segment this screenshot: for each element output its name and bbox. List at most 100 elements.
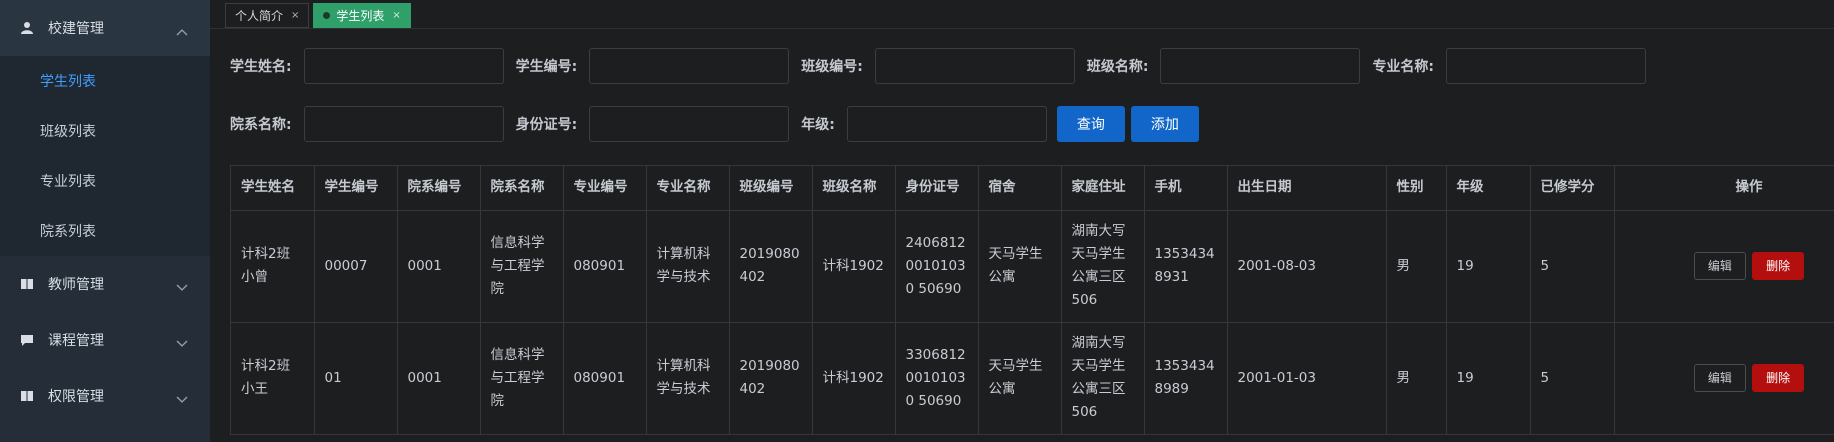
- table-cell: 080901: [563, 210, 647, 323]
- table-cell: 330681200101030 50690: [895, 322, 979, 435]
- sidebar: 校建管理 学生列表 班级列表 专业列表 院系列表 教师管理 课程管理 权限管理: [0, 0, 210, 442]
- edit-button[interactable]: 编辑: [1693, 364, 1746, 392]
- major-name-label: 专业名称:: [1372, 59, 1435, 75]
- tab-label: 学生列表: [336, 9, 385, 23]
- dept-name-label: 院系名称:: [230, 117, 292, 133]
- tab-bar: 个人简介 × 学生列表 ×: [210, 0, 1834, 29]
- search-row-2: 院系名称: 身份证号: 年级: 查询 添加: [230, 106, 1199, 142]
- table-cell: 计算机科学与技术: [646, 322, 730, 435]
- table-cell: 计算机科学与技术: [646, 210, 730, 323]
- menu-group-permission[interactable]: 权限管理: [0, 368, 210, 424]
- tab-profile[interactable]: 个人简介 ×: [225, 3, 310, 28]
- user-icon: [20, 21, 34, 35]
- table-cell: 080901: [563, 322, 647, 435]
- major-name-input[interactable]: [1446, 48, 1647, 84]
- table-cell: 13534348931: [1144, 210, 1228, 323]
- student-name-input[interactable]: [303, 48, 504, 84]
- id-card-label: 身份证号:: [515, 117, 578, 133]
- column-header: 操作: [1614, 166, 1834, 211]
- table-cell: 湖南大写天马学生公寓三区506: [1061, 210, 1145, 323]
- submenu-campus: 学生列表 班级列表 专业列表 院系列表: [0, 56, 210, 256]
- menu-group-teacher[interactable]: 教师管理: [0, 256, 210, 312]
- menu-group-label: 教师管理: [48, 277, 104, 293]
- class-no-label: 班级编号:: [801, 59, 863, 75]
- id-card-input[interactable]: [589, 106, 790, 142]
- chevron-down-icon: [176, 280, 188, 291]
- menu-group-course[interactable]: 课程管理: [0, 312, 210, 368]
- column-header: 专业名称: [646, 166, 730, 211]
- close-icon[interactable]: ×: [291, 10, 299, 21]
- table-cell: 01: [314, 322, 398, 435]
- table-cell: 计科2班小曾: [231, 210, 315, 323]
- sidebar-item-student-list[interactable]: 学生列表: [0, 56, 210, 106]
- class-no-input[interactable]: [874, 48, 1075, 84]
- table-cell: 5: [1530, 210, 1615, 323]
- table-cell: 男: [1386, 322, 1447, 435]
- grade-input[interactable]: [846, 106, 1047, 142]
- student-no-label: 学生编号:: [515, 59, 578, 75]
- grade-label: 年级:: [801, 117, 835, 133]
- table-header-row: 学生姓名 学生编号 院系编号 院系名称 专业编号 专业名称 班级编号 班级名称 …: [231, 166, 1834, 211]
- query-button[interactable]: 查询: [1056, 106, 1125, 142]
- column-header: 专业编号: [563, 166, 647, 211]
- delete-button[interactable]: 删除: [1752, 364, 1805, 392]
- dept-name-input[interactable]: [303, 106, 504, 142]
- column-header: 宿舍: [978, 166, 1062, 211]
- sidebar-item-label: 班级列表: [40, 124, 96, 140]
- table-cell: 2001-08-03: [1227, 210, 1387, 323]
- student-name-label: 学生姓名:: [230, 59, 292, 75]
- table-cell: 计科1902: [812, 210, 896, 323]
- sidebar-item-major-list[interactable]: 专业列表: [0, 156, 210, 206]
- sidebar-item-label: 学生列表: [40, 74, 96, 90]
- table-cell: 00007: [314, 210, 398, 323]
- table-cell: 信息科学与工程学院: [480, 322, 564, 435]
- table-row: 计科2班小曾 00007 0001 信息科学与工程学院 080901 计算机科学…: [231, 210, 1834, 323]
- table-cell: 信息科学与工程学院: [480, 210, 564, 323]
- table-cell: 19: [1446, 210, 1531, 323]
- search-row-1: 学生姓名: 学生编号: 班级编号: 班级名称: 专业名称:: [230, 48, 1647, 84]
- actions-cell: 编辑 删除: [1614, 210, 1834, 323]
- table-cell: 13534348989: [1144, 322, 1228, 435]
- column-header: 家庭住址: [1061, 166, 1145, 211]
- column-header: 院系编号: [397, 166, 481, 211]
- tab-label: 个人简介: [235, 9, 284, 23]
- delete-button[interactable]: 删除: [1752, 252, 1805, 280]
- sidebar-item-label: 专业列表: [40, 174, 96, 190]
- table-cell: 天马学生公寓: [978, 210, 1062, 323]
- book-icon: [20, 389, 34, 403]
- column-header: 身份证号: [895, 166, 979, 211]
- table-cell: 2001-01-03: [1227, 322, 1387, 435]
- edit-button[interactable]: 编辑: [1693, 252, 1746, 280]
- menu-group-label: 校建管理: [48, 21, 104, 37]
- actions-cell: 编辑 删除: [1614, 322, 1834, 435]
- menu-group-label: 权限管理: [48, 389, 104, 405]
- table-cell: 19: [1446, 322, 1531, 435]
- close-icon[interactable]: ×: [392, 10, 400, 21]
- table-cell: 计科2班小王: [231, 322, 315, 435]
- table-cell: 湖南大写天马学生公寓三区506: [1061, 322, 1145, 435]
- table-cell: 计科1902: [812, 322, 896, 435]
- column-header: 班级编号: [729, 166, 813, 211]
- menu-group-campus[interactable]: 校建管理: [0, 0, 210, 56]
- chevron-down-icon: [176, 336, 188, 347]
- sidebar-item-class-list[interactable]: 班级列表: [0, 106, 210, 156]
- sidebar-item-label: 院系列表: [40, 224, 96, 240]
- column-header: 已修学分: [1530, 166, 1615, 211]
- column-header: 学生编号: [314, 166, 398, 211]
- main-content: 个人简介 × 学生列表 × 学生姓名: 学生编号: 班级编号: 班级名称: 专业…: [210, 0, 1834, 442]
- column-header: 出生日期: [1227, 166, 1387, 211]
- column-header: 手机: [1144, 166, 1228, 211]
- tab-student-list[interactable]: 学生列表 ×: [313, 3, 411, 28]
- table-cell: 0001: [397, 210, 481, 323]
- column-header: 班级名称: [812, 166, 896, 211]
- student-table: 学生姓名 学生编号 院系编号 院系名称 专业编号 专业名称 班级编号 班级名称 …: [230, 165, 1834, 435]
- add-button[interactable]: 添加: [1130, 106, 1199, 142]
- menu-group-label: 课程管理: [48, 333, 104, 349]
- table-cell: 男: [1386, 210, 1447, 323]
- table-cell: 天马学生公寓: [978, 322, 1062, 435]
- table-cell: 2019080402: [729, 210, 813, 323]
- table-cell: 2019080402: [729, 322, 813, 435]
- student-no-input[interactable]: [589, 48, 790, 84]
- class-name-input[interactable]: [1160, 48, 1361, 84]
- sidebar-item-dept-list[interactable]: 院系列表: [0, 206, 210, 256]
